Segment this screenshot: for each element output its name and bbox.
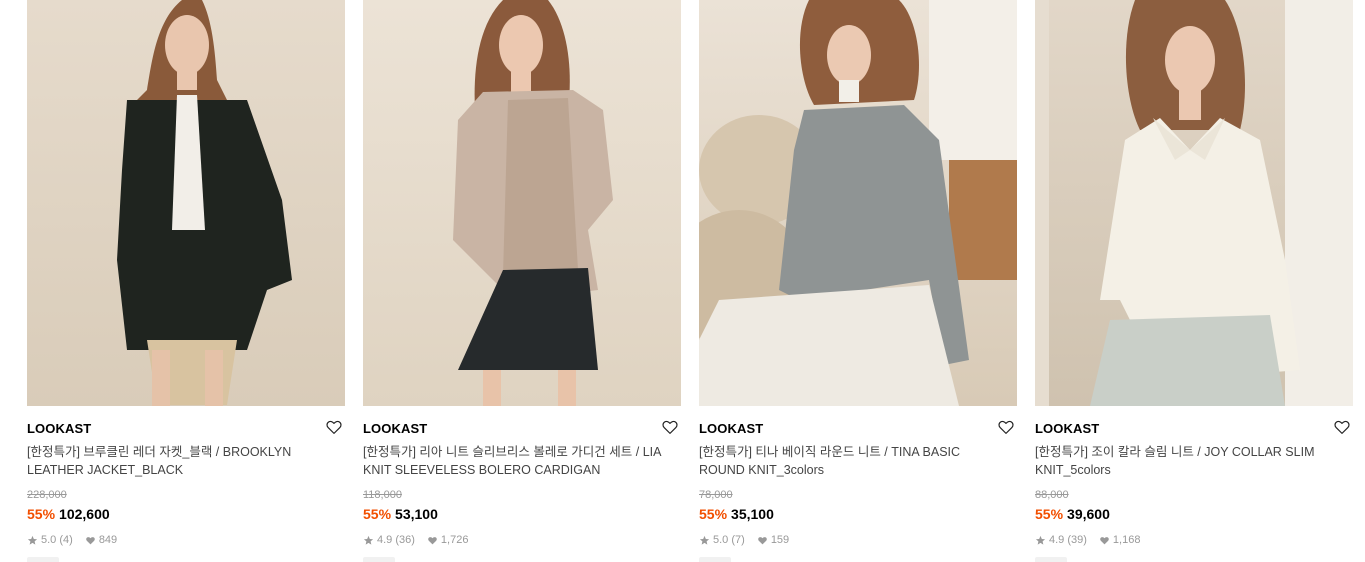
product-tag	[1035, 557, 1067, 562]
sale-price-row: 55% 35,100	[699, 506, 1017, 523]
heart-filled-icon	[758, 536, 767, 544]
wishlist-heart-icon[interactable]	[997, 418, 1015, 436]
sale-price: 53,100	[395, 506, 438, 522]
model-illustration	[1035, 0, 1353, 406]
product-stats: 5.0 (7) 159	[699, 533, 1017, 547]
likes: 1,726	[427, 533, 469, 547]
star-icon	[1035, 535, 1046, 545]
heart-filled-icon	[86, 536, 95, 544]
likes: 1,168	[1099, 533, 1141, 547]
model-illustration	[117, 0, 292, 406]
product-card[interactable]: LOOKAST [한정특가] 브루클린 레더 자켓_블랙 / BROOKLYN …	[27, 0, 345, 562]
sale-price-row: 55% 39,600	[1035, 506, 1353, 523]
like-count: 1,168	[1112, 534, 1141, 546]
likes: 159	[757, 533, 789, 547]
heart-filled-icon	[428, 536, 437, 544]
product-name[interactable]: [한정특가] 리아 니트 슬리브리스 볼레로 가디건 세트 / LIA KNIT…	[363, 443, 663, 479]
sale-price: 102,600	[59, 506, 110, 522]
original-price: 118,000	[363, 489, 402, 501]
product-stats: 5.0 (4) 849	[27, 533, 345, 547]
like-count: 159	[770, 534, 790, 546]
product-name[interactable]: [한정특가] 브루클린 레더 자켓_블랙 / BROOKLYN LEATHER …	[27, 443, 327, 479]
likes: 849	[85, 533, 117, 547]
review-count: (4)	[59, 534, 73, 546]
model-illustration	[699, 0, 1017, 406]
discount-rate: 55%	[699, 506, 728, 522]
original-price: 88,000	[1035, 489, 1069, 501]
product-tag	[699, 557, 731, 562]
review-count: (7)	[731, 534, 745, 546]
product-grid: LOOKAST [한정특가] 브루클린 레더 자켓_블랙 / BROOKLYN …	[27, 0, 1353, 562]
product-card[interactable]: LOOKAST [한정특가] 조이 칼라 슬림 니트 / JOY COLLAR …	[1035, 0, 1353, 562]
wishlist-heart-icon[interactable]	[661, 418, 679, 436]
brand-name[interactable]: LOOKAST	[699, 420, 1017, 437]
product-card[interactable]: LOOKAST [한정특가] 리아 니트 슬리브리스 볼레로 가디건 세트 / …	[363, 0, 681, 562]
star-icon	[699, 535, 710, 545]
sale-price-row: 55% 53,100	[363, 506, 681, 523]
like-count: 849	[98, 534, 118, 546]
original-price: 228,000	[27, 489, 67, 501]
review-count: (36)	[395, 534, 415, 546]
review-count: (39)	[1067, 534, 1087, 546]
star-icon	[27, 535, 38, 545]
rating-value: 4.9	[377, 534, 393, 546]
star-icon	[363, 535, 374, 545]
product-card[interactable]: LOOKAST [한정특가] 티나 베이직 라운드 니트 / TINA BASI…	[699, 0, 1017, 562]
original-price: 78,000	[699, 489, 733, 501]
brand-name[interactable]: LOOKAST	[27, 420, 345, 437]
sale-price: 39,600	[1067, 506, 1110, 522]
brand-name[interactable]: LOOKAST	[363, 420, 681, 437]
product-stats: 4.9 (39) 1,168	[1035, 533, 1353, 547]
discount-rate: 55%	[27, 506, 56, 522]
like-count: 1,726	[440, 534, 469, 546]
product-image[interactable]	[699, 0, 1017, 406]
product-name[interactable]: [한정특가] 조이 칼라 슬림 니트 / JOY COLLAR SLIM KNI…	[1035, 443, 1335, 479]
product-tag	[27, 557, 59, 562]
product-name[interactable]: [한정특가] 티나 베이직 라운드 니트 / TINA BASIC ROUND …	[699, 443, 999, 479]
heart-filled-icon	[1100, 536, 1109, 544]
sale-price: 35,100	[731, 506, 774, 522]
product-image[interactable]	[27, 0, 345, 406]
brand-name[interactable]: LOOKAST	[1035, 420, 1353, 437]
model-illustration	[453, 0, 613, 406]
product-image[interactable]	[363, 0, 681, 406]
sale-price-row: 55% 102,600	[27, 506, 345, 523]
discount-rate: 55%	[1035, 506, 1064, 522]
wishlist-heart-icon[interactable]	[1333, 418, 1351, 436]
product-stats: 4.9 (36) 1,726	[363, 533, 681, 547]
rating-value: 5.0	[41, 534, 57, 546]
product-image[interactable]	[1035, 0, 1353, 406]
discount-rate: 55%	[363, 506, 392, 522]
wishlist-heart-icon[interactable]	[325, 418, 343, 436]
product-tag	[363, 557, 395, 562]
rating-value: 5.0	[713, 534, 729, 546]
rating-value: 4.9	[1049, 534, 1065, 546]
